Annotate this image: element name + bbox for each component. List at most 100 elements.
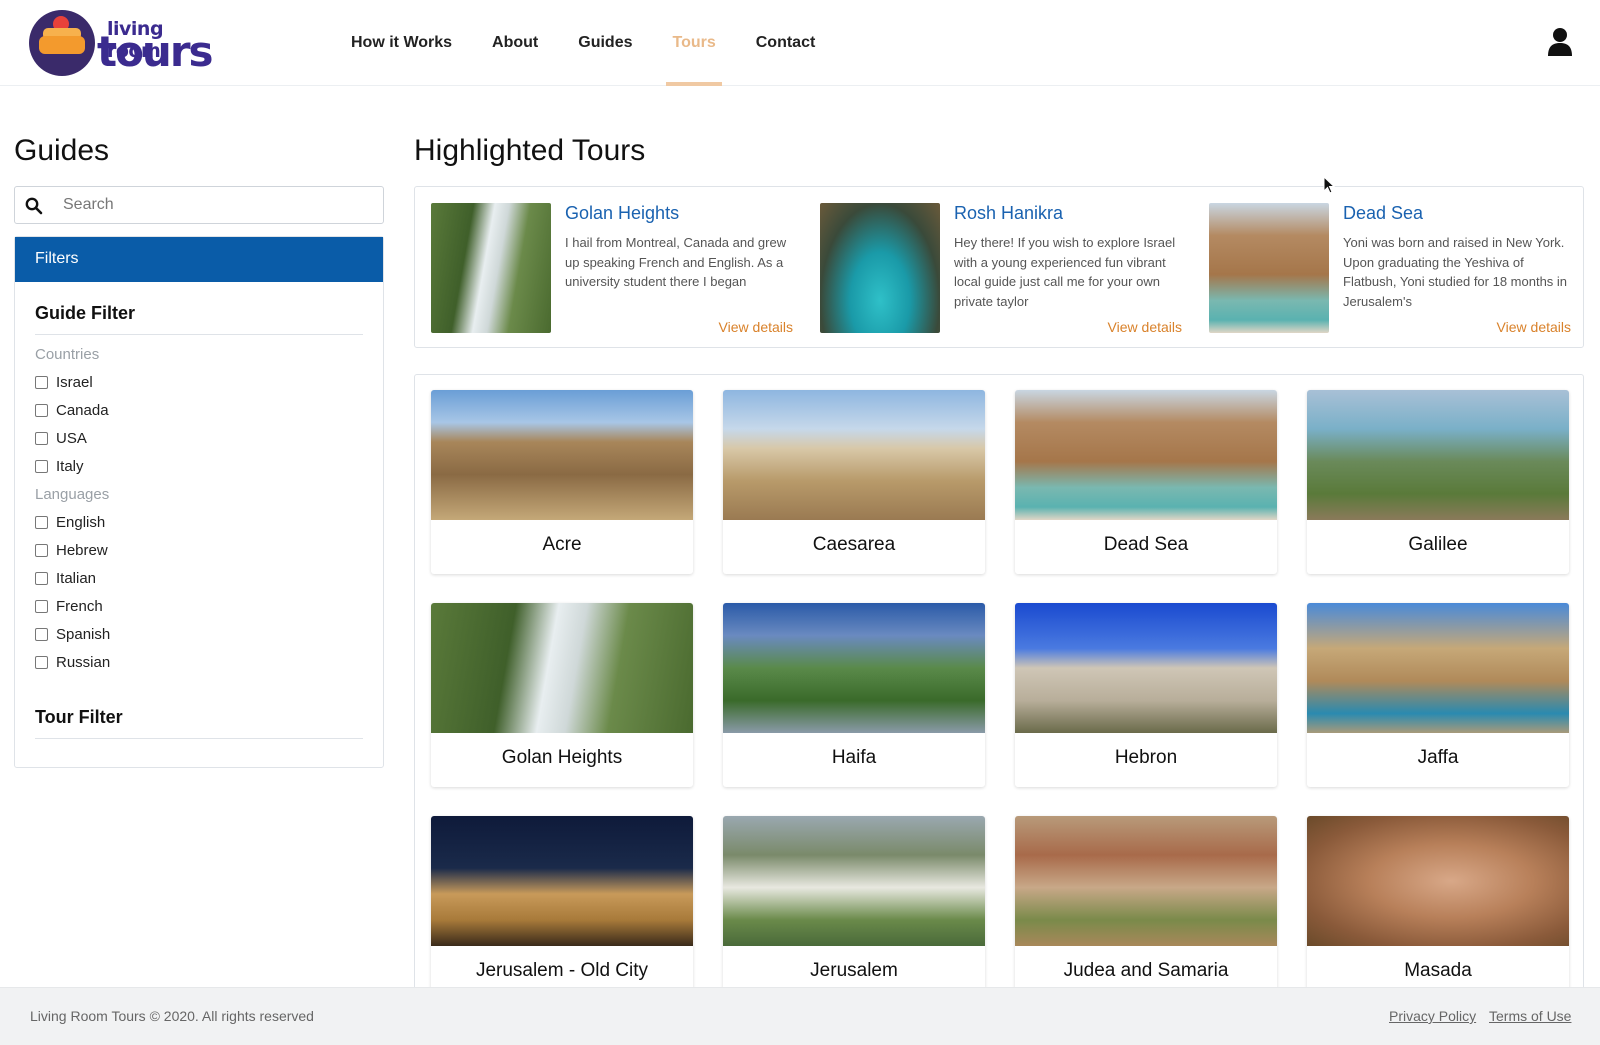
search-icon (25, 197, 43, 215)
user-icon[interactable] (1547, 27, 1573, 57)
tour-card-masada[interactable]: Masada (1307, 816, 1569, 993)
sofa-seat (39, 36, 85, 54)
tour-card-acre[interactable]: Acre (431, 390, 693, 574)
tour-image (431, 390, 693, 520)
checkbox[interactable] (35, 403, 48, 417)
site-logo[interactable]: living room tours (29, 10, 219, 76)
option-label: Israel (56, 373, 93, 391)
highlighted-tour-title[interactable]: Golan Heights (565, 203, 679, 224)
tour-name: Dead Sea (1103, 534, 1189, 555)
tour-image[interactable] (431, 203, 551, 333)
option-label: Canada (56, 401, 109, 419)
highlighted-tour-card: Golan Heights I hail from Montreal, Cana… (431, 203, 793, 335)
tour-filter-title: Tour Filter (35, 707, 123, 727)
tour-card-judea-and-samaria[interactable]: Judea and Samaria (1015, 816, 1277, 993)
guide-filter-title: Guide Filter (35, 303, 136, 323)
divider (35, 738, 363, 739)
mouse-cursor-icon (1323, 176, 1335, 194)
highlighted-tour-title[interactable]: Dead Sea (1343, 203, 1423, 224)
language-option-italian[interactable]: Italian (35, 568, 96, 588)
highlighted-tours-heading: Highlighted Tours (414, 134, 646, 167)
highlighted-tour-description: Yoni was born and raised in New York. Up… (1343, 235, 1568, 309)
tour-card-jerusalem-old-city[interactable]: Jerusalem - Old City (431, 816, 693, 993)
language-option-english[interactable]: English (35, 512, 105, 532)
checkbox[interactable] (35, 599, 48, 613)
nav-guides[interactable]: Guides (558, 0, 652, 86)
language-option-hebrew[interactable]: Hebrew (35, 540, 108, 560)
tour-card-jaffa[interactable]: Jaffa (1307, 603, 1569, 787)
highlighted-tours-panel: Golan Heights I hail from Montreal, Cana… (414, 186, 1584, 348)
site-header: living room tours How it Works About Gui… (0, 0, 1600, 86)
tour-image (1015, 390, 1277, 520)
main-nav: How it Works About Guides Tours Contact (331, 0, 835, 86)
tour-image (1307, 603, 1569, 733)
tour-image[interactable] (1209, 203, 1329, 333)
tour-image (1307, 390, 1569, 520)
tour-image (723, 390, 985, 520)
tour-image[interactable] (820, 203, 940, 333)
tour-name: Haifa (831, 747, 877, 768)
tour-name: Jaffa (1417, 747, 1459, 768)
guide-search (14, 186, 384, 224)
country-option-canada[interactable]: Canada (35, 400, 109, 420)
highlighted-tour-title[interactable]: Rosh Hanikra (954, 203, 1063, 224)
tour-image (431, 816, 693, 946)
tour-name: Judea and Samaria (1063, 960, 1229, 981)
filter-panel: Filters Guide Filter Countries Israel Ca… (14, 236, 384, 768)
view-details-link[interactable]: View details (1497, 319, 1571, 335)
option-label: Russian (56, 653, 111, 671)
checkbox[interactable] (35, 543, 48, 557)
checkbox[interactable] (35, 459, 48, 473)
tour-card-haifa[interactable]: Haifa (723, 603, 985, 787)
checkbox[interactable] (35, 515, 48, 529)
tour-card-dead-sea[interactable]: Dead Sea (1015, 390, 1277, 574)
option-label: English (56, 513, 106, 531)
divider (35, 334, 363, 335)
option-label: Hebrew (56, 541, 108, 559)
tour-image (723, 603, 985, 733)
tour-card-galilee[interactable]: Galilee (1307, 390, 1569, 574)
option-label: French (56, 597, 103, 615)
tour-name: Hebron (1114, 747, 1178, 768)
tour-card-hebron[interactable]: Hebron (1015, 603, 1277, 787)
terms-of-use-link[interactable]: Terms of Use (1489, 1008, 1571, 1024)
nav-how-it-works[interactable]: How it Works (331, 0, 472, 86)
languages-label: Languages (35, 486, 110, 503)
language-option-russian[interactable]: Russian (35, 652, 110, 672)
tour-name: Masada (1404, 960, 1472, 981)
highlighted-tour-card: Rosh Hanikra Hey there! If you wish to e… (820, 203, 1182, 335)
privacy-policy-link[interactable]: Privacy Policy (1389, 1008, 1476, 1024)
checkbox[interactable] (35, 627, 48, 641)
tour-name: Jerusalem - Old City (475, 960, 649, 981)
checkbox[interactable] (35, 375, 48, 389)
tour-image (1015, 603, 1277, 733)
logo-text-bottom: tours (97, 27, 214, 76)
tour-name: Acre (542, 534, 582, 555)
language-option-french[interactable]: French (35, 596, 103, 616)
highlighted-tour-description: Hey there! If you wish to explore Israel… (954, 235, 1176, 309)
language-option-spanish[interactable]: Spanish (35, 624, 110, 644)
view-details-link[interactable]: View details (1108, 319, 1182, 335)
checkbox[interactable] (35, 571, 48, 585)
tour-card-caesarea[interactable]: Caesarea (723, 390, 985, 574)
tour-card-golan-heights[interactable]: Golan Heights (431, 603, 693, 787)
nav-about[interactable]: About (472, 0, 558, 86)
nav-tours[interactable]: Tours (652, 0, 735, 86)
tour-image (1015, 816, 1277, 946)
copyright-text: Living Room Tours © 2020. All rights res… (30, 1008, 314, 1024)
search-input[interactable] (63, 191, 373, 219)
checkbox[interactable] (35, 431, 48, 445)
logo-emblem (29, 10, 95, 76)
country-option-israel[interactable]: Israel (35, 372, 93, 392)
country-option-usa[interactable]: USA (35, 428, 87, 448)
country-option-italy[interactable]: Italy (35, 456, 84, 476)
highlighted-tour-description: I hail from Montreal, Canada and grew up… (565, 235, 787, 289)
option-label: USA (56, 429, 87, 447)
filters-header[interactable]: Filters (15, 237, 383, 282)
tour-card-jerusalem[interactable]: Jerusalem (723, 816, 985, 993)
checkbox[interactable] (35, 655, 48, 669)
tour-image (431, 603, 693, 733)
nav-contact[interactable]: Contact (736, 0, 836, 86)
view-details-link[interactable]: View details (719, 319, 793, 335)
tour-image (723, 816, 985, 946)
